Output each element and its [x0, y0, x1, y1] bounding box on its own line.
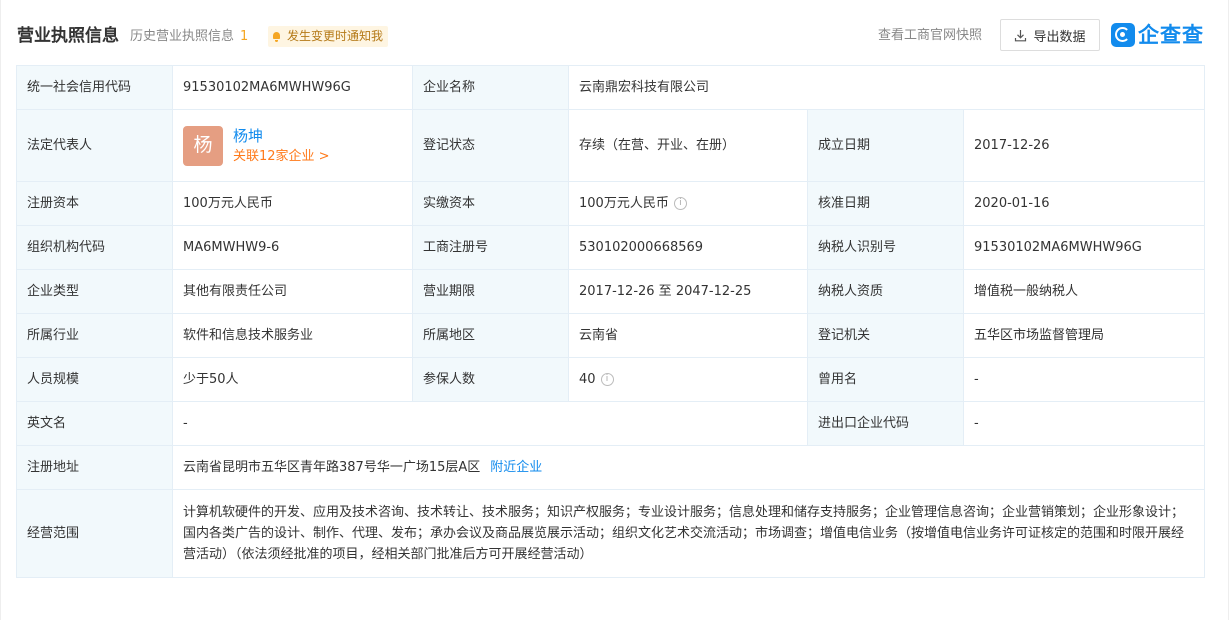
legal-rep-name-link[interactable]: 杨坤: [233, 125, 330, 147]
qichacha-logo-icon: [1111, 23, 1135, 47]
download-icon: [1015, 29, 1027, 41]
notify-on-change-label: 发生变更时通知我: [287, 29, 384, 43]
authority-value: 五华区市场监督管理局: [962, 313, 1206, 358]
staff-size-label: 人员规模: [16, 357, 173, 402]
credit-code-value: 91530102MA6MWHW96G: [172, 65, 413, 110]
scope-label: 经营范围: [16, 489, 173, 578]
status-label: 登记状态: [412, 109, 569, 182]
section-header: 营业执照信息 历史营业执照信息 1 发生变更时通知我 查看工商官网快照 导出数据 …: [0, 0, 1229, 66]
related-companies-link[interactable]: 关联12家企业 >: [233, 147, 330, 167]
approved-label: 核准日期: [807, 181, 964, 226]
region-value: 云南省: [568, 313, 808, 358]
history-license-link[interactable]: 历史营业执照信息 1: [130, 28, 248, 46]
biz-reg-no-value: 530102000668569: [568, 225, 808, 270]
former-name-label: 曾用名: [807, 357, 964, 402]
history-license-label: 历史营业执照信息: [130, 29, 235, 44]
founded-label: 成立日期: [807, 109, 964, 182]
insured-cell: 40 i: [568, 357, 808, 402]
company-type-value: 其他有限责任公司: [172, 269, 413, 314]
legal-rep-text: 杨坤 关联12家企业 >: [233, 125, 330, 167]
history-license-count: 1: [240, 29, 249, 44]
reg-capital-value: 100万元人民币: [172, 181, 413, 226]
insured-value: 40: [579, 372, 596, 387]
legal-rep-person: 杨 杨坤 关联12家企业 >: [183, 125, 402, 167]
reg-capital-label: 注册资本: [16, 181, 173, 226]
table-row: 经营范围 计算机软硬件的开发、应用及技术咨询、技术转让、技术服务；知识产权服务；…: [16, 489, 1206, 578]
taxpayer-qual-value: 增值税一般纳税人: [962, 269, 1206, 314]
taxpayer-id-label: 纳税人识别号: [807, 225, 964, 270]
org-code-value: MA6MWHW9-6: [172, 225, 413, 270]
taxpayer-id-value: 91530102MA6MWHW96G: [962, 225, 1206, 270]
logo-text: 企查查: [1138, 23, 1204, 47]
english-name-label: 英文名: [16, 401, 173, 446]
term-value: 2017-12-26 至 2047-12-25: [568, 269, 808, 314]
company-name-label: 企业名称: [412, 65, 569, 110]
import-export-label: 进出口企业代码: [807, 401, 964, 446]
paid-capital-label: 实缴资本: [412, 181, 569, 226]
table-row: 统一社会信用代码 91530102MA6MWHW96G 企业名称 云南鼎宏科技有…: [16, 65, 1206, 110]
export-data-button[interactable]: 导出数据: [1000, 19, 1100, 51]
status-value: 存续（在营、开业、在册）: [568, 109, 808, 182]
taxpayer-qual-label: 纳税人资质: [807, 269, 964, 314]
founded-value: 2017-12-26: [962, 109, 1206, 182]
avatar[interactable]: 杨: [183, 125, 223, 166]
industry-value: 软件和信息技术服务业: [172, 313, 413, 358]
term-label: 营业期限: [412, 269, 569, 314]
region-label: 所属地区: [412, 313, 569, 358]
biz-reg-no-label: 工商注册号: [412, 225, 569, 270]
scope-value: 计算机软硬件的开发、应用及技术咨询、技术转让、技术服务；知识产权服务；专业设计服…: [171, 489, 1206, 578]
table-row: 组织机构代码 MA6MWHW9-6 工商注册号 530102000668569 …: [16, 225, 1206, 270]
english-name-value: -: [172, 401, 808, 446]
legal-rep-label: 法定代表人: [16, 109, 173, 182]
company-name-value: 云南鼎宏科技有限公司: [567, 65, 1206, 110]
info-icon[interactable]: i: [673, 197, 687, 210]
qichacha-logo: 企查查: [1111, 22, 1204, 48]
table-row: 注册资本 100万元人民币 实缴资本 100万元人民币 i 核准日期 2020-0…: [16, 181, 1206, 226]
address-label: 注册地址: [16, 445, 173, 490]
info-icon[interactable]: i: [600, 373, 614, 386]
section-title: 营业执照信息: [17, 26, 119, 46]
table-row: 注册地址 云南省昆明市五华区青年路387号华一广场15层A区 附近企业: [16, 445, 1206, 490]
staff-size-value: 少于50人: [172, 357, 413, 402]
address-cell: 云南省昆明市五华区青年路387号华一广场15层A区 附近企业: [171, 445, 1206, 490]
authority-label: 登记机关: [807, 313, 964, 358]
table-row: 所属行业 软件和信息技术服务业 所属地区 云南省 登记机关 五华区市场监督管理局: [16, 313, 1206, 358]
industry-label: 所属行业: [16, 313, 173, 358]
bell-icon: [272, 31, 281, 42]
import-export-value: -: [962, 401, 1206, 446]
credit-code-label: 统一社会信用代码: [16, 65, 173, 110]
table-row: 企业类型 其他有限责任公司 营业期限 2017-12-26 至 2047-12-…: [16, 269, 1206, 314]
export-data-label: 导出数据: [1033, 29, 1086, 45]
official-snapshot-link[interactable]: 查看工商官网快照: [878, 27, 982, 45]
paid-capital-cell: 100万元人民币 i: [568, 181, 808, 226]
paid-capital-value: 100万元人民币: [579, 196, 669, 211]
table-row: 法定代表人 杨 杨坤 关联12家企业 > 登记状态 存续（在营、开业、在册） 成…: [16, 109, 1206, 182]
nearby-companies-link[interactable]: 附近企业: [490, 460, 542, 475]
org-code-label: 组织机构代码: [16, 225, 173, 270]
license-info-table: 统一社会信用代码 91530102MA6MWHW96G 企业名称 云南鼎宏科技有…: [16, 65, 1206, 578]
insured-label: 参保人数: [412, 357, 569, 402]
table-row: 人员规模 少于50人 参保人数 40 i 曾用名 -: [16, 357, 1206, 402]
address-value: 云南省昆明市五华区青年路387号华一广场15层A区: [183, 460, 481, 475]
approved-value: 2020-01-16: [962, 181, 1206, 226]
legal-rep-cell: 杨 杨坤 关联12家企业 >: [172, 109, 413, 182]
company-type-label: 企业类型: [16, 269, 173, 314]
former-name-value: -: [962, 357, 1206, 402]
notify-on-change-button[interactable]: 发生变更时通知我: [268, 26, 389, 47]
table-row: 英文名 - 进出口企业代码 -: [16, 401, 1206, 446]
